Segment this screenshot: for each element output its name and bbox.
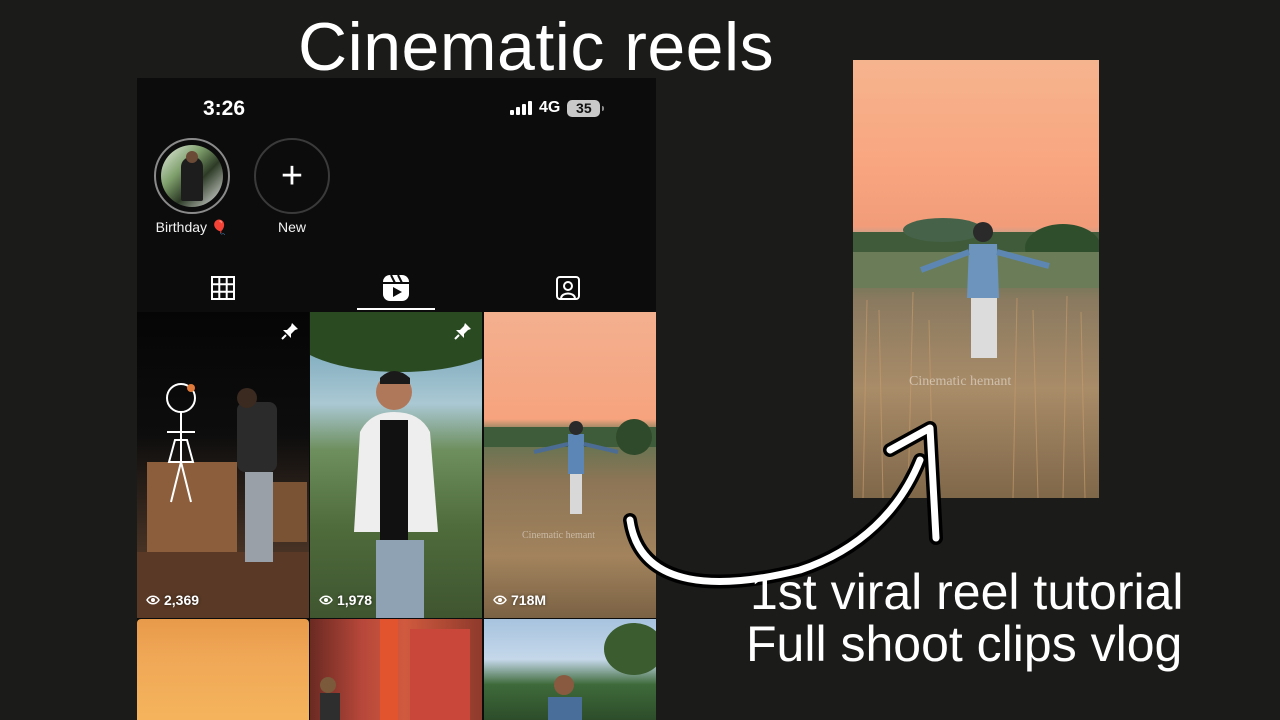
highlight-cover-image <box>161 145 223 207</box>
reel-thumbnail[interactable] <box>484 619 656 720</box>
pin-icon <box>281 323 298 340</box>
highlight-ring <box>154 138 230 214</box>
reel-image <box>310 312 482 618</box>
caption-line-2: Full shoot clips vlog <box>746 616 1183 672</box>
reels-icon <box>383 274 409 301</box>
reel-thumbnail[interactable]: 2,369 <box>137 312 309 618</box>
signal-icon <box>510 101 532 115</box>
status-time: 3:26 <box>203 97 246 120</box>
highlight-birthday[interactable]: Birthday 🎈 <box>152 138 232 236</box>
eye-icon <box>146 595 160 605</box>
reel-image <box>137 383 309 618</box>
battery-icon: 35 <box>567 99 605 117</box>
plus-icon: + <box>280 155 304 197</box>
instagram-profile-screenshot: 3:26 4G 35 Birthday 🎈 + New 2,369 1,978 … <box>137 78 656 720</box>
video-title: Cinematic reels <box>298 9 775 85</box>
highlight-label: New <box>277 219 306 235</box>
tagged-icon <box>556 276 580 300</box>
caption-line-1: 1st viral reel tutorial <box>750 564 1184 620</box>
tab-posts[interactable] <box>173 266 273 310</box>
reel-image <box>320 619 470 720</box>
highlight-new[interactable]: + New <box>252 138 332 235</box>
profile-tabs <box>137 266 656 310</box>
eye-icon <box>319 595 333 605</box>
network-type: 4G <box>539 99 561 116</box>
watermark-text: Cinematic hemant <box>522 530 596 541</box>
reel-image <box>548 623 656 720</box>
new-highlight-ring: + <box>254 138 330 214</box>
eye-icon <box>493 595 507 605</box>
highlight-label: Birthday 🎈 <box>155 219 229 235</box>
status-indicators: 4G 35 <box>510 99 605 117</box>
tab-tagged[interactable] <box>518 266 618 310</box>
reel-thumbnail[interactable] <box>137 619 309 720</box>
view-count: 1,978 <box>319 592 372 608</box>
active-tab-indicator <box>357 308 435 310</box>
view-count: 2,369 <box>146 592 199 608</box>
grid-icon <box>211 276 235 300</box>
view-count: 718M <box>493 592 546 608</box>
reel-thumbnail[interactable] <box>310 619 482 720</box>
pin-icon <box>454 323 471 340</box>
battery-level: 35 <box>576 100 592 116</box>
reel-thumbnail[interactable]: 1,978 <box>310 312 482 618</box>
watermark-text: Cinematic hemant <box>909 374 1012 389</box>
tab-reels[interactable] <box>346 266 446 310</box>
